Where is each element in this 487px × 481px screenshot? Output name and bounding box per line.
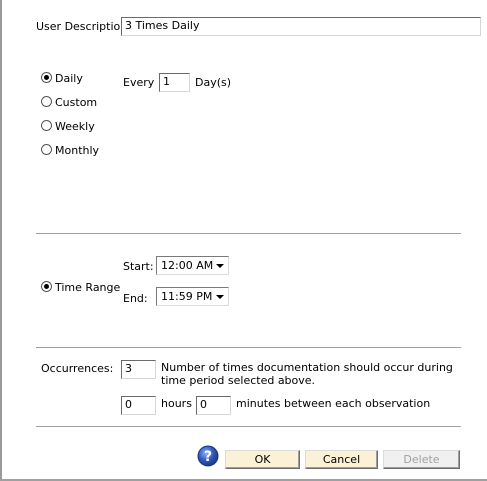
start-label: Start:	[123, 260, 154, 273]
user-description-input[interactable]: 3 Times Daily	[121, 17, 481, 36]
radio-weekly-label: Weekly	[55, 120, 95, 133]
divider-middle	[36, 347, 461, 349]
start-time-value: 12:00 AM	[161, 259, 214, 272]
radio-weekly-circle[interactable]	[41, 120, 52, 131]
occurrences-label: Occurrences:	[41, 362, 114, 375]
end-time-select[interactable]: 11:59 PM	[156, 287, 229, 306]
minutes-label: minutes between each observation	[236, 397, 431, 410]
radio-monthly-circle[interactable]	[41, 144, 52, 155]
start-time-select[interactable]: 12:00 AM	[156, 256, 229, 275]
radio-daily-circle[interactable]	[41, 72, 52, 83]
end-label: End:	[123, 292, 148, 305]
end-time-value: 11:59 PM	[161, 290, 213, 303]
divider-bottom	[36, 426, 461, 428]
hours-input[interactable]: 0	[121, 396, 156, 415]
hours-label: hours	[161, 397, 192, 410]
svg-text:?: ?	[204, 449, 212, 465]
radio-time-range-label: Time Range	[55, 281, 121, 294]
window-left-border	[0, 0, 2, 481]
radio-time-range-circle[interactable]	[41, 281, 52, 292]
chevron-down-icon	[216, 295, 224, 299]
delete-button[interactable]: Delete	[383, 450, 460, 469]
radio-monthly-label: Monthly	[55, 144, 100, 157]
occurrences-description: Number of times documentation should occ…	[161, 361, 453, 387]
chevron-down-icon	[216, 264, 224, 268]
cancel-button[interactable]: Cancel	[305, 450, 378, 469]
radio-custom-circle[interactable]	[41, 96, 52, 107]
radio-custom-label: Custom	[55, 96, 98, 109]
every-label: Every	[123, 76, 155, 89]
ok-button[interactable]: OK	[225, 450, 300, 469]
every-unit-label: Day(s)	[195, 76, 232, 89]
every-interval-input[interactable]: 1	[159, 73, 190, 92]
divider-top	[36, 233, 461, 235]
user-description-label: User Description:	[36, 20, 131, 33]
minutes-input[interactable]: 0	[196, 396, 231, 415]
radio-daily-label: Daily	[55, 72, 83, 85]
help-icon[interactable]: ?	[197, 445, 219, 467]
occurrences-count-input[interactable]: 3	[121, 360, 156, 379]
